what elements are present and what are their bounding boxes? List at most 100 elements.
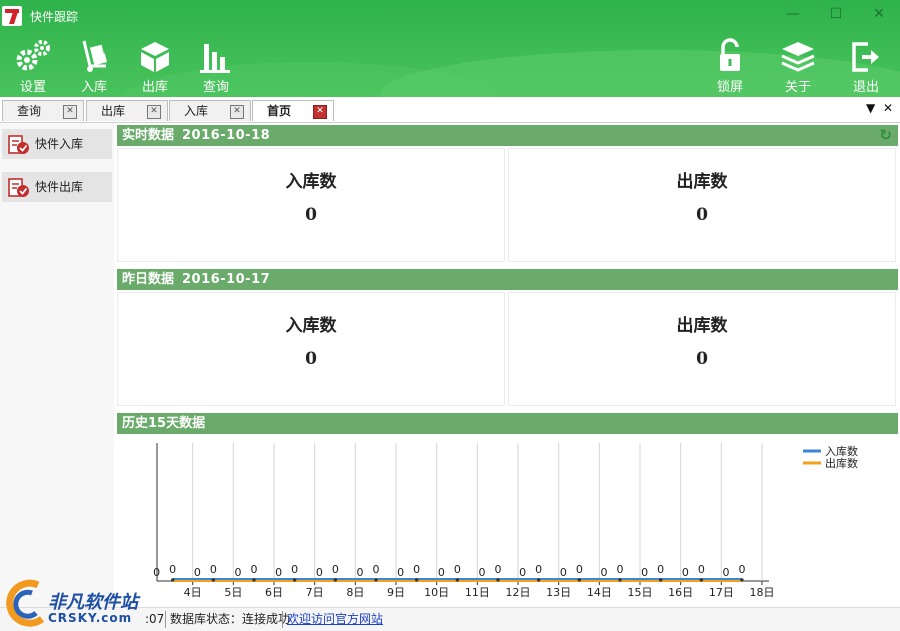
data-point (577, 578, 581, 582)
close-all-tabs-icon[interactable]: ✕ (883, 101, 893, 115)
x-tick-label: 14日 (587, 586, 612, 599)
tab-bar: 查询 ✕ 出库 ✕ 入库 ✕ 首页 ✕ (0, 97, 900, 123)
yesterday-in-panel: 入库数 0 (117, 292, 505, 406)
x-tick-label: 8日 (346, 586, 364, 599)
stock-out-button[interactable]: 出库 (128, 38, 182, 95)
stat-label: 出库数 (676, 316, 728, 336)
lock-screen-label: 锁屏 (716, 80, 743, 95)
yesterday-out-panel: 出库数 0 (508, 292, 896, 406)
data-label: 0 (495, 563, 502, 576)
data-label: 0 (413, 563, 420, 576)
section-date: 2016-10-18 (182, 128, 271, 143)
data-label: 0 (153, 566, 160, 579)
sidebar-item-label: 快件出库 (35, 180, 84, 194)
data-label: 0 (397, 566, 404, 579)
minimize-button[interactable]: — (780, 4, 806, 24)
sidebar: 快件入库 快件出库 (0, 123, 114, 630)
data-label: 0 (357, 566, 364, 579)
layers-icon (781, 42, 815, 72)
x-tick-label: 15日 (628, 586, 653, 599)
data-label: 0 (535, 563, 542, 576)
data-label: 0 (291, 563, 298, 576)
x-tick-label: 18日 (750, 586, 775, 599)
tab-label: 出库 (101, 104, 126, 118)
about-label: 关于 (784, 80, 811, 95)
data-label: 0 (657, 563, 664, 576)
data-point (374, 578, 378, 582)
tab-home[interactable]: 首页 ✕ (252, 100, 334, 121)
tab-close-icon[interactable]: ✕ (63, 105, 77, 119)
lock-icon (720, 38, 740, 71)
stat-value: 0 (696, 349, 708, 369)
history-section-header: 历史15天数据 (117, 413, 898, 434)
data-point (333, 578, 337, 582)
data-label: 0 (373, 563, 380, 576)
settings-button[interactable]: 设置 (6, 38, 60, 95)
data-label: 0 (698, 563, 705, 576)
tab-label: 查询 (17, 104, 42, 118)
watermark-url: CRSKY.com (48, 611, 133, 625)
lock-screen-button[interactable]: 锁屏 (703, 38, 757, 95)
window-title: 快件跟踪 (30, 10, 79, 24)
tab-label: 入库 (184, 104, 209, 118)
refresh-icon[interactable]: ↻ (879, 127, 892, 144)
sidebar-item-express-out[interactable]: 快件出库 (2, 172, 112, 202)
app-logo-icon (2, 6, 22, 26)
tab-stock-out[interactable]: 出库 ✕ (86, 100, 168, 121)
data-point (293, 578, 297, 582)
status-time: :07 (145, 612, 165, 626)
data-label: 0 (723, 566, 730, 579)
data-point (659, 578, 663, 582)
stock-in-label: 入库 (80, 80, 107, 95)
realtime-in-panel: 入库数 0 (117, 148, 505, 262)
data-point (252, 578, 256, 582)
x-tick-label: 11日 (465, 586, 490, 599)
maximize-button[interactable]: ☐ (823, 4, 849, 24)
section-date: 2016-10-17 (182, 272, 271, 287)
tab-close-icon[interactable]: ✕ (313, 105, 327, 119)
realtime-section-header: 实时数据 2016-10-18 ↻ (117, 125, 898, 146)
stock-in-button[interactable]: 入库 (67, 38, 121, 95)
gears-icon (16, 40, 50, 71)
box-icon (141, 42, 169, 72)
data-label: 0 (454, 563, 461, 576)
close-button[interactable]: ✕ (866, 4, 892, 24)
section-title: 昨日数据 (122, 272, 175, 287)
x-tick-label: 4日 (184, 586, 202, 599)
data-label: 0 (519, 566, 526, 579)
official-site-link[interactable]: 欢迎访问官方网站 (287, 608, 383, 631)
checklist-icon (8, 135, 29, 154)
sidebar-item-express-in[interactable]: 快件入库 (2, 129, 112, 159)
exit-icon (852, 42, 879, 72)
status-divider (165, 611, 166, 628)
history-chart-area: 4日 5日 6日 7日 8日 9日 10日 11日 12日 13日 14日 15日 16日 17日 18日 0… (117, 435, 898, 605)
tab-close-icon[interactable]: ✕ (230, 105, 244, 119)
stat-label: 入库数 (285, 172, 337, 192)
tab-query[interactable]: 查询 ✕ (2, 100, 84, 121)
data-point (618, 578, 622, 582)
tab-stock-in[interactable]: 入库 ✕ (169, 100, 251, 121)
data-point (740, 578, 744, 582)
tab-list-dropdown-icon[interactable]: ▼ (866, 101, 875, 115)
data-label: 0 (235, 566, 242, 579)
data-point (455, 578, 459, 582)
data-label: 0 (438, 566, 445, 579)
sidebar-item-label: 快件入库 (35, 137, 84, 151)
watermark-logo-icon (6, 579, 45, 627)
data-label: 0 (617, 563, 624, 576)
x-tick-label: 17日 (709, 586, 734, 599)
data-label: 0 (194, 566, 201, 579)
data-label: 0 (601, 566, 608, 579)
stock-out-label: 出库 (141, 80, 168, 95)
query-button[interactable]: 查询 (189, 38, 243, 95)
about-button[interactable]: 关于 (771, 38, 825, 95)
db-status: 数据库状态：连接成功 (170, 612, 291, 626)
data-label: 0 (560, 566, 567, 579)
tab-close-icon[interactable]: ✕ (147, 105, 161, 119)
data-label: 0 (210, 563, 217, 576)
checklist-icon (8, 178, 29, 197)
stat-label: 入库数 (285, 316, 337, 336)
tab-label: 首页 (267, 104, 292, 118)
exit-button[interactable]: 退出 (839, 38, 893, 95)
stat-value: 0 (305, 349, 317, 369)
